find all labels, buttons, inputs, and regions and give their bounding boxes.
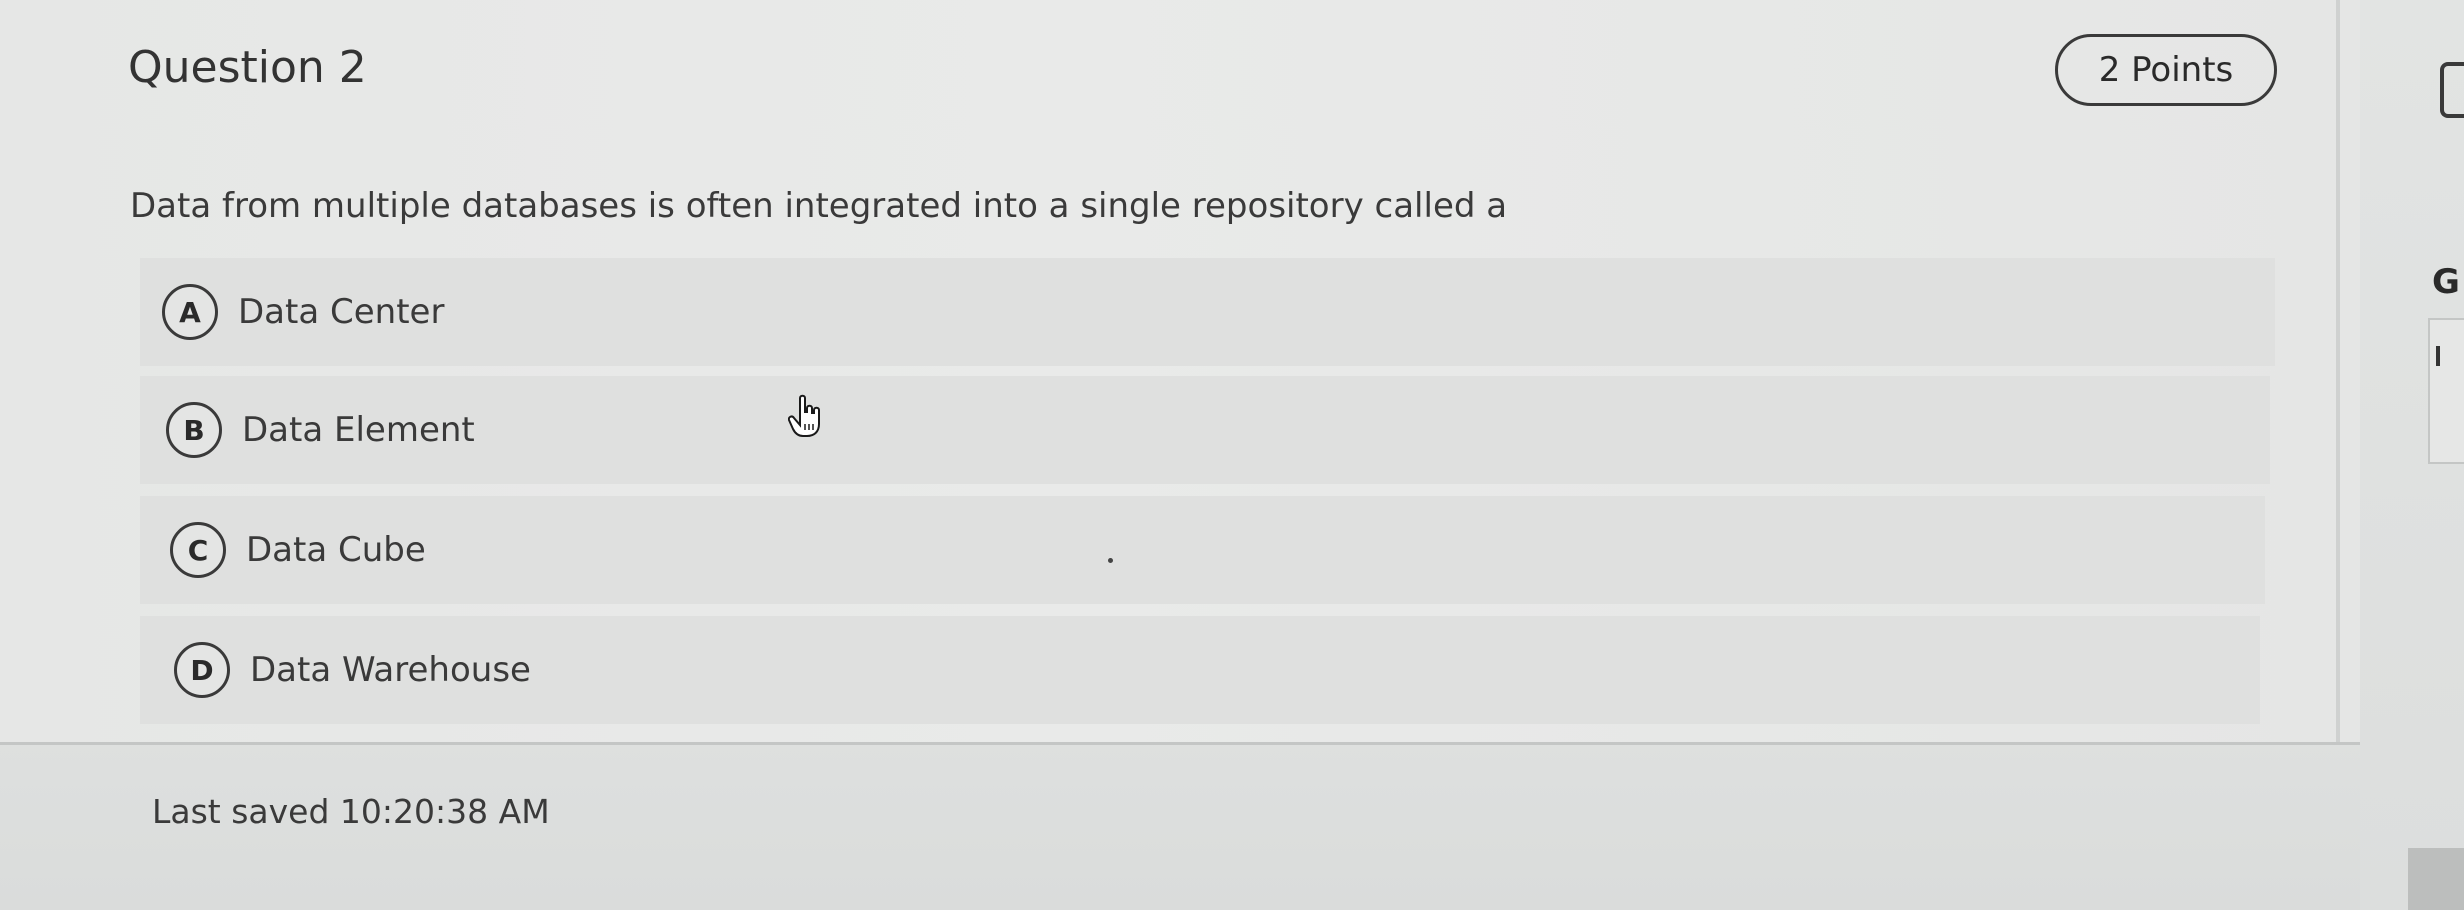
option-letter-b: B — [166, 402, 222, 458]
option-letter-c: C — [170, 522, 226, 578]
side-panel-button[interactable] — [2408, 848, 2464, 910]
option-a[interactable]: A Data Center — [140, 258, 2275, 366]
option-c[interactable]: C Data Cube — [140, 496, 2265, 604]
option-label-b: Data Element — [242, 410, 475, 450]
last-saved-status: Last saved 10:20:38 AM — [152, 792, 550, 831]
side-panel-heading: G — [2432, 262, 2460, 302]
option-label-a: Data Center — [238, 292, 445, 332]
save-icon[interactable] — [2440, 62, 2464, 118]
side-panel-box — [2428, 318, 2464, 464]
card-divider — [2336, 0, 2340, 742]
question-title: Question 2 — [128, 42, 367, 93]
option-letter-d: D — [174, 642, 230, 698]
option-b[interactable]: B Data Element — [140, 376, 2270, 484]
option-label-d: Data Warehouse — [250, 650, 531, 690]
points-label: 2 Points — [2098, 50, 2234, 90]
question-text: Data from multiple databases is often in… — [130, 186, 1508, 226]
option-label-c: Data Cube — [246, 530, 426, 570]
hand-pointer-icon — [788, 394, 820, 437]
option-letter-a: A — [162, 284, 218, 340]
side-panel-mark — [2436, 346, 2440, 366]
option-d[interactable]: D Data Warehouse — [140, 616, 2260, 724]
screen-speck — [1108, 558, 1113, 563]
quiz-page: Question 2 2 Points Data from multiple d… — [0, 0, 2464, 910]
points-badge: 2 Points — [2055, 34, 2277, 106]
question-card: Question 2 2 Points Data from multiple d… — [0, 0, 2360, 745]
